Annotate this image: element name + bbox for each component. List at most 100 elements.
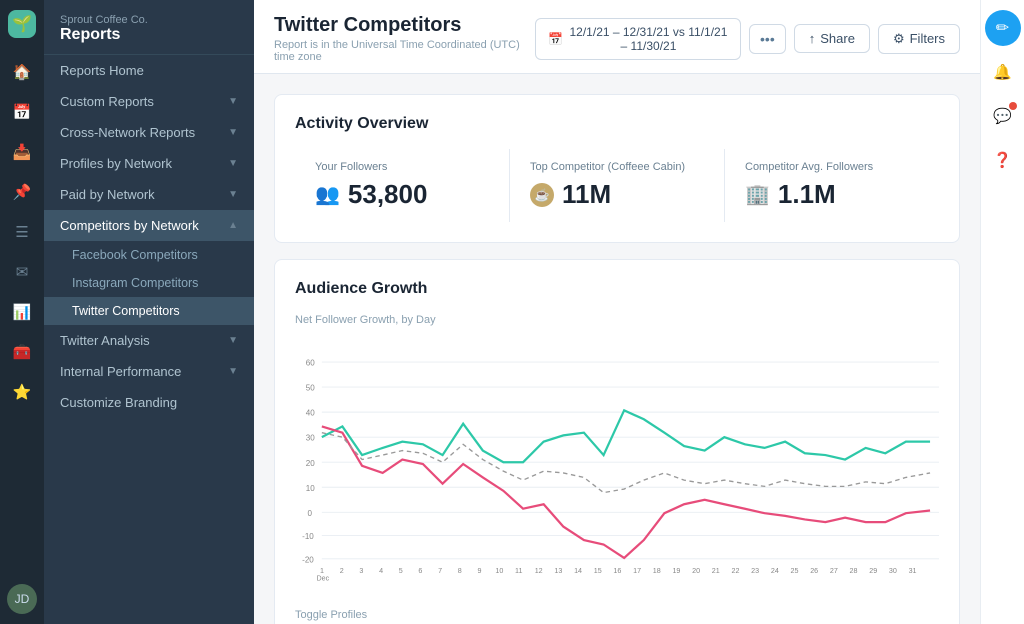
svg-text:30: 30 bbox=[306, 434, 315, 443]
compose-button[interactable]: ✏ bbox=[985, 10, 1021, 46]
sidebar-subitem-twitter[interactable]: Twitter Competitors bbox=[44, 297, 254, 325]
sidebar-subitem-instagram[interactable]: Instagram Competitors bbox=[44, 269, 254, 297]
svg-text:3: 3 bbox=[359, 567, 363, 575]
svg-text:25: 25 bbox=[791, 567, 799, 575]
metric-avg-followers: Competitor Avg. Followers 🏢 1.1M bbox=[725, 149, 939, 222]
page-subtitle: Report is in the Universal Time Coordina… bbox=[274, 39, 535, 63]
chart-label: Net Follower Growth, by Day bbox=[295, 314, 939, 326]
svg-text:9: 9 bbox=[477, 567, 481, 575]
competitor-avatar: ☕ bbox=[530, 183, 554, 207]
svg-text:7: 7 bbox=[438, 567, 442, 575]
svg-text:10: 10 bbox=[306, 484, 315, 493]
metrics-row: Your Followers 👥 53,800 Top Competitor (… bbox=[295, 149, 939, 222]
home-icon[interactable]: 🏠 bbox=[4, 54, 40, 90]
chevron-icon: ▼ bbox=[228, 158, 238, 169]
svg-text:4: 4 bbox=[379, 567, 383, 575]
sidebar: Sprout Coffee Co. Reports Reports Home C… bbox=[44, 0, 254, 624]
chevron-icon: ▼ bbox=[228, 189, 238, 200]
chevron-icon: ▼ bbox=[228, 366, 238, 377]
sidebar-header: Sprout Coffee Co. Reports bbox=[44, 0, 254, 55]
date-range-text: 12/1/21 – 12/31/21 vs 11/1/21 – 11/30/21 bbox=[569, 25, 728, 53]
tools-icon[interactable]: 🧰 bbox=[4, 334, 40, 370]
sidebar-item-profiles-by-network[interactable]: Profiles by Network ▼ bbox=[44, 148, 254, 179]
svg-text:0: 0 bbox=[308, 509, 313, 518]
company-name: Sprout Coffee Co. bbox=[60, 14, 238, 26]
svg-text:40: 40 bbox=[306, 409, 315, 418]
tasks-icon[interactable]: ☰ bbox=[4, 214, 40, 250]
svg-text:19: 19 bbox=[672, 567, 680, 575]
svg-text:Dec: Dec bbox=[316, 574, 329, 582]
sidebar-item-customize-branding[interactable]: Customize Branding bbox=[44, 387, 254, 418]
svg-text:22: 22 bbox=[731, 567, 739, 575]
calendar-icon[interactable]: 📅 bbox=[4, 94, 40, 130]
sidebar-item-paid-by-network[interactable]: Paid by Network ▼ bbox=[44, 179, 254, 210]
toggle-profiles-label: Toggle Profiles bbox=[295, 609, 939, 621]
activity-overview-title: Activity Overview bbox=[295, 115, 939, 133]
content-area: Activity Overview Your Followers 👥 53,80… bbox=[254, 74, 980, 624]
svg-text:21: 21 bbox=[712, 567, 720, 575]
header-controls: 📅 12/1/21 – 12/31/21 vs 11/1/21 – 11/30/… bbox=[535, 18, 960, 60]
star-icon[interactable]: ⭐ bbox=[4, 374, 40, 410]
svg-text:-10: -10 bbox=[302, 532, 314, 541]
svg-text:28: 28 bbox=[850, 567, 858, 575]
activity-overview-card: Activity Overview Your Followers 👥 53,80… bbox=[274, 94, 960, 243]
main-content: Twitter Competitors Report is in the Uni… bbox=[254, 0, 980, 624]
svg-text:13: 13 bbox=[554, 567, 562, 575]
svg-text:8: 8 bbox=[458, 567, 462, 575]
section-title: Reports bbox=[60, 26, 238, 44]
send-icon[interactable]: ✉ bbox=[4, 254, 40, 290]
sidebar-subitem-facebook[interactable]: Facebook Competitors bbox=[44, 241, 254, 269]
svg-text:30: 30 bbox=[889, 567, 897, 575]
svg-text:26: 26 bbox=[810, 567, 818, 575]
sidebar-item-cross-network[interactable]: Cross-Network Reports ▼ bbox=[44, 117, 254, 148]
share-button[interactable]: ↑ Share bbox=[794, 24, 870, 53]
followers-label: Your Followers bbox=[315, 161, 489, 173]
title-block: Twitter Competitors Report is in the Uni… bbox=[274, 14, 535, 63]
metric-followers: Your Followers 👥 53,800 bbox=[295, 149, 510, 222]
followers-value: 👥 53,800 bbox=[315, 179, 489, 210]
svg-text:-20: -20 bbox=[302, 555, 314, 564]
date-range-button[interactable]: 📅 12/1/21 – 12/31/21 vs 11/1/21 – 11/30/… bbox=[535, 18, 741, 60]
svg-text:12: 12 bbox=[535, 567, 543, 575]
svg-text:15: 15 bbox=[594, 567, 602, 575]
chevron-icon: ▲ bbox=[228, 220, 238, 231]
followers-icon: 👥 bbox=[315, 182, 340, 207]
metric-top-competitor: Top Competitor (Coffeee Cabin) ☕ 11M bbox=[510, 149, 725, 222]
share-icon: ↑ bbox=[809, 31, 816, 46]
audience-growth-card: Audience Growth Net Follower Growth, by … bbox=[274, 259, 960, 624]
sidebar-item-competitors-by-network[interactable]: Competitors by Network ▲ bbox=[44, 210, 254, 241]
svg-text:29: 29 bbox=[869, 567, 877, 575]
activity-icon[interactable]: 💬 bbox=[985, 98, 1021, 134]
reports-icon[interactable]: 📊 bbox=[4, 294, 40, 330]
chart-wrap: 60 50 40 30 20 10 0 -10 -20 bbox=[295, 334, 939, 599]
svg-text:2: 2 bbox=[340, 567, 344, 575]
svg-text:14: 14 bbox=[574, 567, 582, 575]
sidebar-item-internal-performance[interactable]: Internal Performance ▼ bbox=[44, 356, 254, 387]
notifications-icon[interactable]: 🔔 bbox=[985, 54, 1021, 90]
app-logo[interactable]: 🌱 bbox=[8, 10, 36, 38]
inbox-icon[interactable]: 📥 bbox=[4, 134, 40, 170]
svg-text:18: 18 bbox=[653, 567, 661, 575]
help-icon[interactable]: ❓ bbox=[985, 142, 1021, 178]
audience-growth-title: Audience Growth bbox=[295, 280, 939, 298]
calendar-icon: 📅 bbox=[548, 32, 563, 46]
more-options-button[interactable]: ••• bbox=[749, 24, 786, 54]
pin-icon[interactable]: 📌 bbox=[4, 174, 40, 210]
filters-button[interactable]: ⚙ Filters bbox=[878, 24, 960, 54]
top-competitor-value: ☕ 11M bbox=[530, 179, 704, 210]
right-rail: ✏ 🔔 💬 ❓ bbox=[980, 0, 1024, 624]
svg-text:6: 6 bbox=[418, 567, 422, 575]
svg-text:10: 10 bbox=[495, 567, 503, 575]
top-header: Twitter Competitors Report is in the Uni… bbox=[254, 0, 980, 74]
sidebar-item-reports-home[interactable]: Reports Home bbox=[44, 55, 254, 86]
sidebar-item-custom-reports[interactable]: Custom Reports ▼ bbox=[44, 86, 254, 117]
svg-text:20: 20 bbox=[692, 567, 700, 575]
audience-growth-chart: 60 50 40 30 20 10 0 -10 -20 bbox=[295, 334, 939, 594]
svg-text:23: 23 bbox=[751, 567, 759, 575]
filter-icon: ⚙ bbox=[893, 31, 905, 47]
svg-text:16: 16 bbox=[613, 567, 621, 575]
user-avatar[interactable]: JD bbox=[7, 584, 37, 614]
chevron-icon: ▼ bbox=[228, 127, 238, 138]
sidebar-item-twitter-analysis[interactable]: Twitter Analysis ▼ bbox=[44, 325, 254, 356]
svg-text:5: 5 bbox=[399, 567, 403, 575]
